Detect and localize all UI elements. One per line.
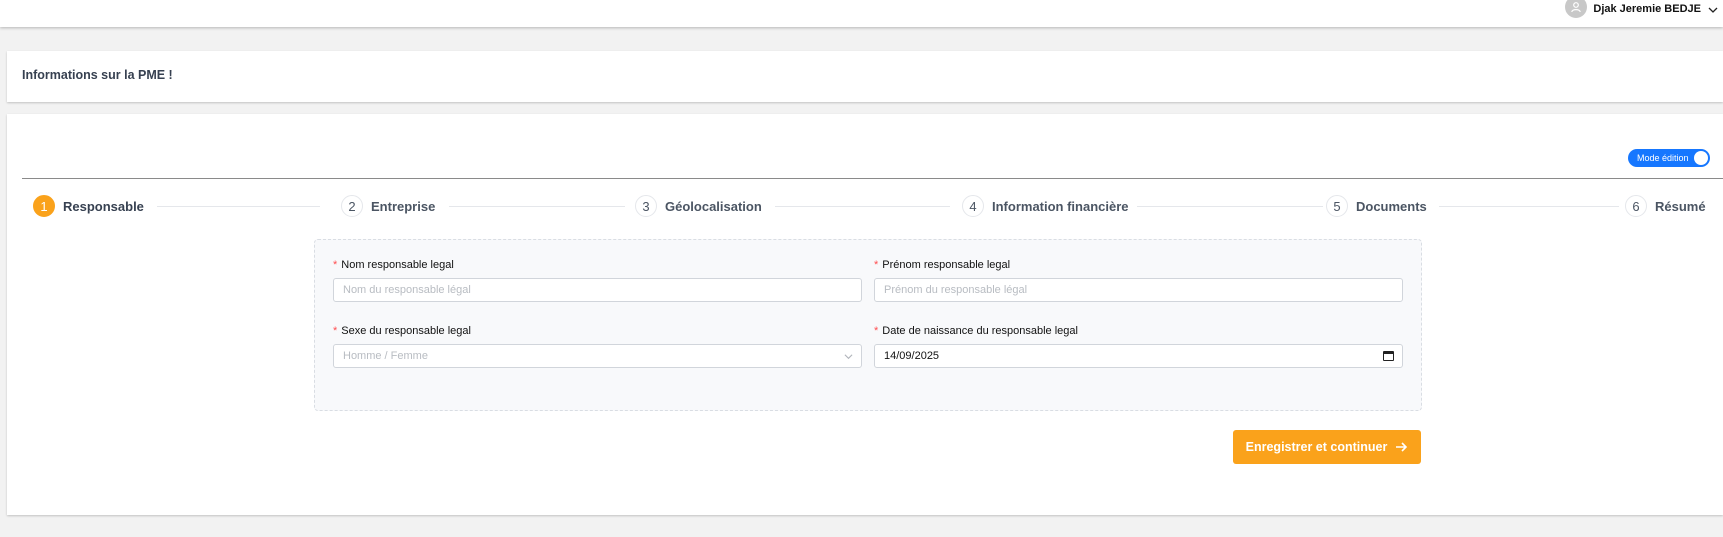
required-marker: * [333,325,338,337]
mode-edition-label: Mode édition [1637,153,1689,163]
page-title-card: Informations sur la PME ! [7,51,1723,102]
step-label: Documents [1356,198,1427,214]
main-card: Mode édition 1 Responsable 2 Entreprise … [7,114,1723,515]
sexe-select-placeholder: Homme / Femme [343,350,428,362]
step-information-financiere[interactable]: 4 Information financière [962,195,1129,217]
step-connector [157,206,320,207]
save-continue-button[interactable]: Enregistrer et continuer [1233,430,1421,464]
sexe-label-text: Sexe du responsable legal [341,325,471,337]
date-label-text: Date de naissance du responsable legal [882,325,1078,337]
page-title: Informations sur la PME ! [22,68,173,82]
step-label: Géolocalisation [665,198,762,214]
step-number: 5 [1326,195,1348,217]
step-geolocalisation[interactable]: 3 Géolocalisation [635,195,762,217]
arrow-right-icon [1396,442,1408,452]
calendar-icon[interactable] [1383,351,1394,361]
divider [22,178,1723,179]
prenom-label-text: Prénom responsable legal [882,259,1011,271]
step-number: 4 [962,195,984,217]
step-connector [775,206,950,207]
chevron-down-icon [844,354,853,360]
date-input[interactable]: 14/09/2025 [874,344,1403,368]
step-entreprise[interactable]: 2 Entreprise [341,195,435,217]
required-marker: * [333,259,338,271]
save-continue-label: Enregistrer et continuer [1245,440,1388,454]
step-documents[interactable]: 5 Documents [1326,195,1427,217]
step-connector [1439,206,1619,207]
step-connector [1137,206,1323,207]
responsable-form: * Nom responsable legal Nom du responsabl… [314,239,1422,411]
step-number: 6 [1625,195,1647,217]
user-name: Djak Jeremie BEDJE [1593,3,1701,15]
top-bar: Djak Jeremie BEDJE [0,0,1723,27]
required-marker: * [874,259,879,271]
date-label: * Date de naissance du responsable legal [874,325,1078,337]
sexe-select[interactable]: Homme / Femme [333,344,862,368]
user-menu[interactable]: Djak Jeremie BEDJE [1565,0,1719,18]
nom-label: * Nom responsable legal [333,259,454,271]
nom-label-text: Nom responsable legal [341,259,454,271]
step-responsable[interactable]: 1 Responsable [33,195,144,217]
step-number: 2 [341,195,363,217]
mode-edition-toggle[interactable]: Mode édition [1628,149,1710,167]
step-number: 1 [33,195,55,217]
step-label: Information financière [992,198,1129,214]
step-label: Résumé [1655,198,1706,214]
sexe-label: * Sexe du responsable legal [333,325,471,337]
step-label: Responsable [63,198,144,214]
chevron-down-icon[interactable] [1707,3,1719,15]
step-label: Entreprise [371,198,436,214]
step-resume[interactable]: 6 Résumé [1625,195,1706,217]
step-connector [449,206,625,207]
user-icon [1565,0,1588,18]
required-marker: * [874,325,879,337]
step-number: 3 [635,195,657,217]
prenom-label: * Prénom responsable legal [874,259,1010,271]
prenom-input[interactable]: Prénom du responsable légal [874,278,1403,302]
nom-input[interactable]: Nom du responsable légal [333,278,862,302]
toggle-knob [1694,151,1708,165]
date-value: 14/09/2025 [884,350,940,362]
